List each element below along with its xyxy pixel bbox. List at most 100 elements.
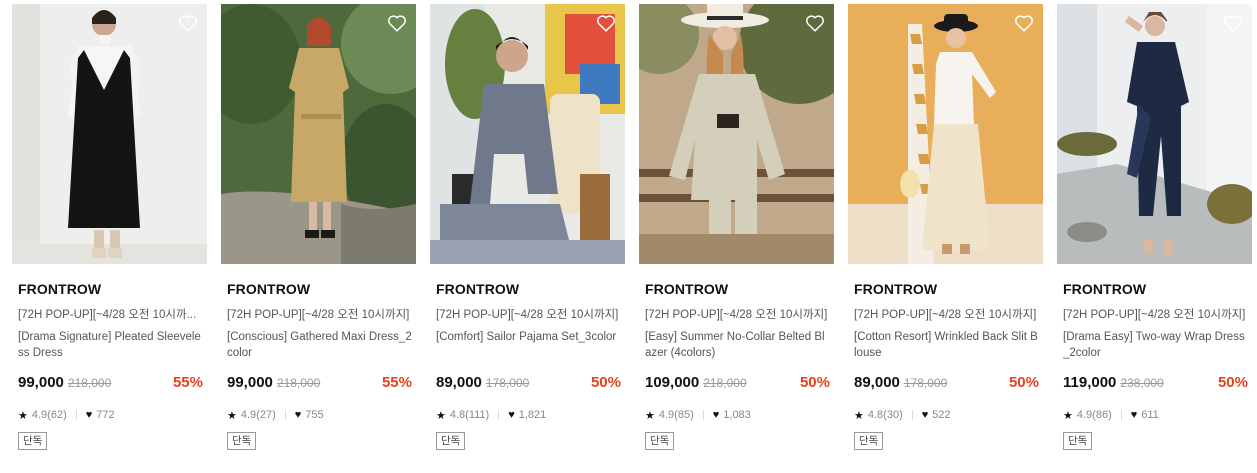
heart-icon: ♥ [1130,409,1138,421]
like-count: 522 [932,409,951,421]
exclusive-badge: 단독 [227,432,257,450]
product-card[interactable]: FRONTROW [72H POP-UP][~4/28 오전 10시까... [… [12,4,207,450]
brand-name[interactable]: FRONTROW [18,281,207,297]
brand-name[interactable]: FRONTROW [854,281,1043,297]
product-name[interactable]: [Easy] Summer No-Collar Belted Blazer (4… [645,329,830,361]
discount-rate: 50% [590,374,621,391]
product-image[interactable] [1057,4,1252,264]
exclusive-badge: 단독 [854,432,884,450]
sale-price: 99,000 [227,374,273,391]
original-price: 218,000 [276,376,321,390]
original-price: 238,000 [1120,376,1164,390]
price-row: 99,000 218,000 55% [227,374,412,394]
product-image[interactable] [639,4,834,264]
stats-divider [284,410,286,420]
stats-divider [911,410,913,420]
brand-name[interactable]: FRONTROW [645,281,834,297]
price-row: 99,000 218,000 55% [18,374,203,394]
price-row: 89,000 178,000 50% [436,374,621,394]
wishlist-heart-icon[interactable] [804,12,826,34]
promo-text[interactable]: [72H POP-UP][~4/28 오전 10시까지] [227,306,412,322]
rating-value: 4.8(30) [867,409,903,421]
product-card[interactable]: FRONTROW [72H POP-UP][~4/28 오전 10시까지] [C… [430,4,625,450]
heart-icon: ♥ [508,409,515,421]
like-count: 1,083 [723,409,751,421]
original-price: 218,000 [703,376,747,390]
heart-icon: ♥ [921,409,929,421]
discount-rate: 50% [1217,374,1248,391]
product-name[interactable]: [Drama Signature] Pleated Sleeveless Dre… [18,329,203,361]
heart-icon: ♥ [294,409,302,421]
product-card[interactable]: FRONTROW [72H POP-UP][~4/28 오전 10시까지] [C… [221,4,416,450]
sale-price: 89,000 [854,374,900,391]
rating-value: 4.9(85) [658,409,694,421]
product-grid: FRONTROW [72H POP-UP][~4/28 오전 10시까... [… [0,0,1257,473]
wishlist-heart-icon[interactable] [1013,12,1035,34]
exclusive-badge: 단독 [18,432,48,450]
promo-text[interactable]: [72H POP-UP][~4/28 오전 10시까... [18,306,203,322]
product-stats: ★ 4.9(86) ♥ 611 [1063,407,1252,423]
exclusive-badge: 단독 [1063,432,1093,450]
promo-text[interactable]: [72H POP-UP][~4/28 오전 10시까지] [645,306,830,322]
product-name[interactable]: [Cotton Resort] Wrinkled Back Slit Blous… [854,329,1039,361]
rating-value: 4.9(27) [240,409,276,421]
product-name[interactable]: [Drama Easy] Two-way Wrap Dress_2color [1063,329,1248,361]
brand-name[interactable]: FRONTROW [436,281,625,297]
like-count: 1,821 [518,409,547,421]
rating-value: 4.9(62) [31,409,67,421]
product-image[interactable] [221,4,416,264]
discount-rate: 50% [799,374,830,391]
promo-text[interactable]: [72H POP-UP][~4/28 오전 10시까지] [436,306,621,322]
wishlist-heart-icon[interactable] [386,12,408,34]
product-image[interactable] [848,4,1043,264]
price-row: 119,000 238,000 50% [1063,374,1248,394]
brand-name[interactable]: FRONTROW [227,281,416,297]
product-photo [12,4,207,264]
product-card[interactable]: FRONTROW [72H POP-UP][~4/28 오전 10시까지] [D… [1057,4,1252,450]
product-card[interactable]: FRONTROW [72H POP-UP][~4/28 오전 10시까지] [C… [848,4,1043,450]
stats-divider [75,410,77,420]
original-price: 178,000 [903,376,948,390]
product-name[interactable]: [Comfort] Sailor Pajama Set_3color [436,329,621,361]
rating-value: 4.9(86) [1076,409,1112,421]
product-stats: ★ 4.8(111) ♥ 1,821 [436,407,625,423]
promo-text[interactable]: [72H POP-UP][~4/28 오전 10시까지] [854,306,1039,322]
star-icon: ★ [227,409,237,422]
wishlist-heart-icon[interactable] [177,12,199,34]
product-stats: ★ 4.9(27) ♥ 755 [227,407,416,423]
product-name[interactable]: [Conscious] Gathered Maxi Dress_2color [227,329,412,361]
product-image[interactable] [430,4,625,264]
product-image[interactable] [12,4,207,264]
discount-rate: 55% [381,374,412,391]
promo-text[interactable]: [72H POP-UP][~4/28 오전 10시까지] [1063,306,1248,322]
price-row: 109,000 218,000 50% [645,374,830,394]
star-icon: ★ [1063,409,1073,422]
brand-name[interactable]: FRONTROW [1063,281,1252,297]
wishlist-heart-icon[interactable] [1222,12,1244,34]
product-stats: ★ 4.9(62) ♥ 772 [18,407,207,423]
sale-price: 109,000 [645,374,700,391]
exclusive-badge: 단독 [645,432,675,450]
heart-icon: ♥ [712,409,720,421]
exclusive-badge: 단독 [436,432,466,450]
discount-rate: 50% [1008,374,1039,391]
price-row: 89,000 178,000 50% [854,374,1039,394]
like-count: 772 [96,409,115,421]
sale-price: 119,000 [1063,374,1117,391]
like-count: 755 [305,409,324,421]
sale-price: 89,000 [436,374,482,391]
original-price: 218,000 [67,376,112,390]
stats-divider [702,410,704,420]
star-icon: ★ [854,409,864,422]
product-stats: ★ 4.8(30) ♥ 522 [854,407,1043,423]
stats-divider [1120,410,1122,420]
stats-divider [498,410,500,420]
star-icon: ★ [436,409,446,422]
product-card[interactable]: FRONTROW [72H POP-UP][~4/28 오전 10시까지] [E… [639,4,834,450]
product-photo [430,4,625,264]
discount-rate: 55% [172,374,203,391]
heart-icon: ♥ [85,409,93,421]
product-photo [1057,4,1252,264]
wishlist-heart-icon[interactable] [595,12,617,34]
product-stats: ★ 4.9(85) ♥ 1,083 [645,407,834,423]
